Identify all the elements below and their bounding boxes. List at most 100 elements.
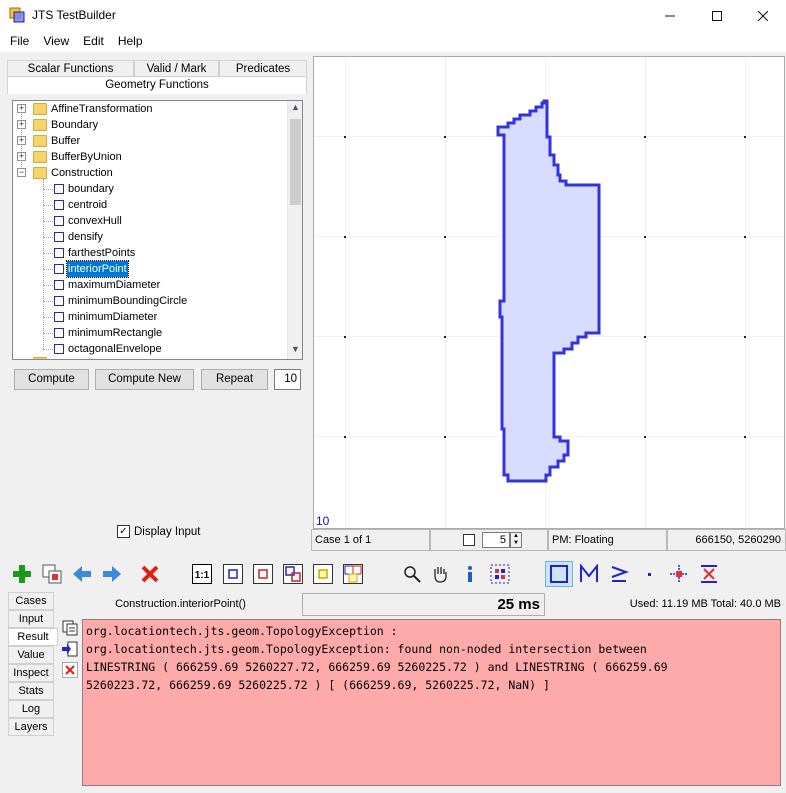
repeat-button[interactable]: Repeat	[201, 369, 268, 390]
menu-view[interactable]: View	[36, 31, 76, 52]
tree-folder-label: Buffer	[51, 135, 81, 147]
tab-scalar-functions[interactable]: Scalar Functions	[7, 60, 134, 77]
error-line: org.locationtech.jts.geom.TopologyExcept…	[86, 624, 398, 638]
function-icon	[54, 184, 64, 194]
edit-vertex-icon[interactable]	[668, 563, 690, 585]
tab-predicates[interactable]: Predicates	[219, 60, 307, 77]
tab-value[interactable]: Value	[8, 646, 54, 664]
tab-stats[interactable]: Stats	[8, 682, 54, 700]
scroll-down-icon[interactable]: ▼	[290, 344, 301, 358]
tree-item-label: minimumBoundingCircle	[68, 295, 188, 307]
window-title: JTS TestBuilder	[32, 8, 116, 22]
tree-folder-label: BufferByUnion	[51, 151, 122, 163]
scroll-up-icon[interactable]: ▲	[290, 102, 301, 116]
display-input-checkbox[interactable]: ✓ Display Input	[117, 525, 200, 538]
extract-icon[interactable]	[489, 563, 511, 585]
menu-file[interactable]: File	[3, 31, 36, 52]
display-input-label: Display Input	[134, 525, 201, 538]
tab-layers[interactable]: Layers	[8, 718, 54, 736]
function-icon	[54, 344, 64, 354]
execution-time: 25 ms	[302, 593, 545, 616]
tree-item-label: boundary	[68, 183, 114, 195]
precision-input[interactable]: 5	[482, 532, 510, 548]
spinner-icon[interactable]: ▲ ▼	[510, 532, 522, 548]
app-icon	[9, 7, 25, 23]
precision-model: PM: Floating	[548, 529, 667, 551]
compute-button[interactable]: Compute	[14, 369, 89, 390]
close-button[interactable]	[740, 0, 786, 31]
next-icon[interactable]	[101, 563, 123, 585]
tree-item-label: minimumDiameter	[68, 311, 158, 323]
scale-label: 10	[316, 514, 330, 528]
function-icon	[54, 216, 64, 226]
error-line: LINESTRING ( 666259.69 5260227.72, 66625…	[86, 660, 668, 674]
draw-multiline-icon[interactable]	[608, 563, 630, 585]
menu-help[interactable]: Help	[111, 31, 150, 52]
prev-icon[interactable]	[71, 563, 93, 585]
draw-linestring-icon[interactable]	[578, 563, 600, 585]
draw-polygon-icon[interactable]	[545, 561, 573, 587]
tree-item-label: minimumRectangle	[68, 327, 163, 339]
tree-item-label: maximumDiameter	[68, 279, 161, 291]
tab-input[interactable]: Input	[8, 610, 54, 628]
folder-icon	[33, 119, 47, 131]
result-to-input-icon[interactable]	[62, 641, 78, 657]
draw-point-icon[interactable]	[638, 563, 660, 585]
delete-icon[interactable]	[139, 563, 161, 585]
tree-scrollbar[interactable]: ▲ ▼	[287, 101, 302, 359]
extent-result-icon[interactable]	[312, 563, 334, 585]
scroll-thumb[interactable]	[290, 119, 301, 205]
checkbox-checked-icon[interactable]: ✓	[117, 525, 130, 538]
compute-new-button[interactable]: Compute New	[95, 369, 194, 390]
tab-cases[interactable]: Cases	[8, 592, 54, 610]
pan-icon[interactable]	[429, 563, 451, 585]
extent-ab-icon[interactable]	[282, 563, 304, 585]
extent-b-icon[interactable]	[252, 563, 274, 585]
tab-inspect[interactable]: Inspect	[8, 664, 54, 682]
clear-result-icon[interactable]	[62, 662, 78, 678]
repeat-count-input[interactable]: 10	[274, 369, 301, 390]
folder-icon	[33, 357, 47, 359]
menu-edit[interactable]: Edit	[76, 31, 111, 52]
tree-item-label-selected: interiorPoint	[66, 260, 129, 278]
tab-valid-mark[interactable]: Valid / Mark	[134, 60, 219, 77]
copy-case-icon[interactable]	[41, 563, 63, 585]
add-icon[interactable]	[11, 563, 33, 585]
tab-geometry-functions[interactable]: Geometry Functions	[7, 76, 307, 94]
tree-item-label: farthestPoints	[68, 247, 136, 259]
tab-log[interactable]: Log	[8, 700, 54, 718]
zoom-1-1-icon[interactable]: 1:1	[191, 563, 213, 585]
tree-folder-label: Boundary	[51, 119, 99, 131]
map-canvas[interactable]	[314, 57, 784, 528]
tree-folder-label: Construction	[51, 167, 113, 179]
folder-icon	[33, 135, 47, 147]
tab-result[interactable]: Result	[8, 628, 58, 646]
result-tools	[60, 618, 82, 785]
folder-icon	[33, 103, 47, 115]
delete-vertex-icon[interactable]	[698, 563, 720, 585]
maximize-button[interactable]	[694, 0, 740, 31]
zoom-icon[interactable]	[401, 563, 423, 585]
function-icon	[54, 328, 64, 338]
function-icon	[54, 280, 64, 290]
folder-open-icon	[33, 167, 47, 179]
function-panel: Scalar Functions Valid / Mark Predicates…	[4, 56, 310, 551]
minimize-button[interactable]	[647, 0, 693, 31]
precision-control: 5 ▲ ▼	[430, 529, 548, 551]
tree-folder-label: AffineTransformation	[51, 103, 153, 115]
result-function-name: Construction.interiorPoint()	[115, 598, 246, 610]
copy-result-icon[interactable]	[62, 620, 78, 636]
extent-all-icon[interactable]	[342, 563, 364, 585]
side-tab-bar: Cases Input Result Value Inspect Stats L…	[8, 592, 58, 742]
precision-checkbox[interactable]	[463, 534, 475, 546]
memory-usage: Used: 11.19 MB Total: 40.0 MB	[629, 598, 781, 610]
geometry-map[interactable]	[313, 56, 785, 529]
result-error-text: org.locationtech.jts.geom.TopologyExcept…	[82, 619, 781, 786]
main-toolbar: 1:1	[0, 558, 786, 590]
cursor-coordinates: 666150, 5260290	[667, 529, 786, 551]
info-icon[interactable]	[459, 563, 481, 585]
folder-icon	[33, 151, 47, 163]
extent-a-icon[interactable]	[222, 563, 244, 585]
tree-item-label: densify	[68, 231, 103, 243]
svg-text:1:1: 1:1	[195, 570, 210, 581]
